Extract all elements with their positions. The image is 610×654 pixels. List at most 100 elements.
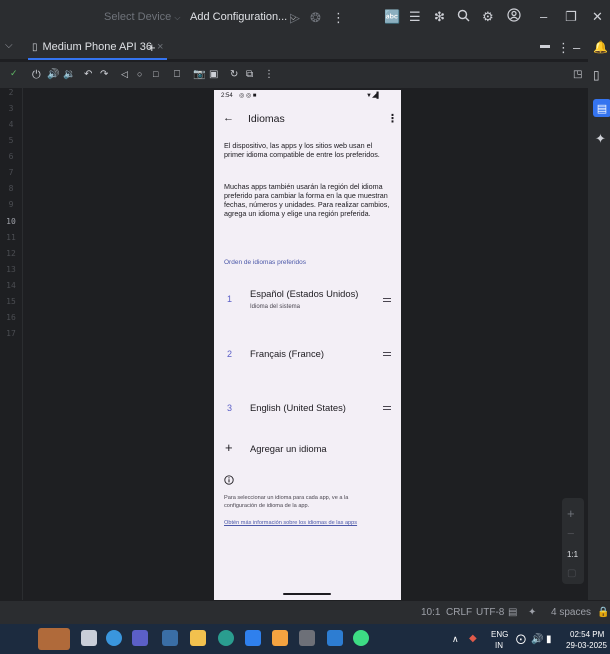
close-tab-icon[interactable]: × <box>157 41 163 53</box>
select-device-dropdown[interactable]: Select Device ⌵ <box>104 11 180 23</box>
line-number: 8 <box>8 184 14 193</box>
mirror-icon[interactable]: ⧉ <box>246 69 253 80</box>
zoom-actual-size-button[interactable]: 1:1 <box>567 550 578 559</box>
volume-down-icon[interactable]: 🔉 <box>63 69 75 80</box>
vscode-icon[interactable] <box>327 630 343 646</box>
widgets-icon[interactable] <box>38 628 70 650</box>
power-icon[interactable]: ⏻ <box>32 69 41 82</box>
layout-inspector-icon[interactable]: ☰ <box>409 9 421 25</box>
translate-icon[interactable]: 🔤 <box>384 9 400 25</box>
indent-setting[interactable]: 4 spaces <box>551 607 591 618</box>
bug-report-icon[interactable]: ❇ <box>434 9 445 25</box>
back-icon[interactable]: ◁ <box>121 69 128 80</box>
checkmark-icon: ✓ <box>10 68 18 78</box>
minimize-icon[interactable]: – <box>540 9 547 24</box>
screenshot-icon[interactable]: 📷 <box>193 69 205 80</box>
snapshot-icon[interactable]: ↻ <box>230 69 238 80</box>
more-options-icon[interactable]: ⋮ <box>557 40 570 56</box>
right-tool-strip <box>588 36 610 600</box>
line-number: 2 <box>8 88 14 97</box>
add-configuration-label: Add Configuration... <box>190 11 288 23</box>
line-ending[interactable]: CRLF <box>446 607 472 618</box>
cursor-position[interactable]: 10:1 <box>421 607 440 618</box>
clock-time[interactable]: 02:54 PM <box>570 630 604 639</box>
overview-icon[interactable]: □ <box>153 69 158 79</box>
add-device-tab-button[interactable]: + <box>148 40 156 55</box>
status-time: 2:54 <box>221 93 233 99</box>
phone-icon: ▯ <box>32 41 38 53</box>
chevron-up-icon[interactable]: ∧ <box>452 634 459 645</box>
window-icon[interactable]: ▬ <box>540 40 550 51</box>
volume-up-icon[interactable]: 🔊 <box>47 69 59 80</box>
chevron-down-icon[interactable]: ⌵ <box>5 40 13 51</box>
add-configuration-dropdown[interactable]: Add Configuration... ⌵ <box>190 11 296 23</box>
clock-date[interactable]: 29-03-2025 <box>566 641 607 650</box>
zoom-in-button[interactable]: + <box>567 506 575 521</box>
language-order-number: 3 <box>227 403 233 413</box>
description-paragraph-1: El dispositivo, las apps y los sitios we… <box>224 141 380 159</box>
terminal-icon[interactable] <box>299 630 315 646</box>
line-number: 17 <box>6 329 16 338</box>
rotate-right-icon[interactable]: ↷ <box>100 69 108 80</box>
edge-icon[interactable] <box>218 630 234 646</box>
gemini-icon[interactable]: ✦ <box>595 131 606 147</box>
learn-more-link[interactable]: Obtén más información sobre los idiomas … <box>224 520 357 526</box>
line-number: 6 <box>8 152 14 161</box>
antivirus-icon[interactable]: ◆ <box>469 633 477 644</box>
language-indicator[interactable]: ENG <box>491 630 508 639</box>
store-icon[interactable] <box>245 630 261 646</box>
copilot-icon[interactable] <box>106 630 122 646</box>
line-number: 13 <box>6 265 16 274</box>
language-order-number: 1 <box>227 294 233 304</box>
more-options-icon[interactable]: ⋮ <box>264 69 274 80</box>
search-icon[interactable] <box>457 9 470 22</box>
language-name: Français (France) <box>250 348 324 359</box>
wifi-icon[interactable]: ⨀ <box>516 634 526 645</box>
add-language-label: Agregar un idioma <box>250 443 327 454</box>
extended-controls-icon[interactable]: ◳ <box>573 69 582 80</box>
lock-icon[interactable]: 🔒 <box>597 607 609 618</box>
gesture-nav-bar[interactable] <box>283 593 331 595</box>
close-window-icon[interactable]: ✕ <box>592 9 603 25</box>
run-icon[interactable]: ▷ <box>290 10 300 26</box>
android-studio-icon[interactable] <box>353 630 369 646</box>
speaker-icon[interactable]: 🔊 <box>531 634 543 645</box>
terminal-app-icon[interactable] <box>81 630 97 646</box>
battery-icon[interactable]: ▮ <box>546 634 552 645</box>
more-options-icon[interactable]: ⋮ <box>332 10 345 26</box>
read-only-icon[interactable]: ▤ <box>508 607 517 618</box>
fold-icon[interactable]: ⎕ <box>174 69 180 80</box>
hide-panel-icon[interactable]: – <box>573 40 580 55</box>
debug-icon[interactable]: ❂ <box>310 10 321 26</box>
description-paragraph-2: Muchas apps también usarán la región del… <box>224 182 390 218</box>
file-explorer-icon[interactable] <box>190 630 206 646</box>
zoom-fit-icon[interactable]: ▢ <box>567 568 576 579</box>
notifications-icon[interactable]: 🔔 <box>593 40 608 54</box>
drag-handle-icon[interactable] <box>383 351 391 357</box>
downloads-icon[interactable] <box>272 630 288 646</box>
device-manager-icon[interactable]: ▯ <box>593 68 600 82</box>
drag-handle-icon[interactable] <box>383 405 391 411</box>
calendar-icon[interactable] <box>162 630 178 646</box>
more-options-icon[interactable]: ⋮ <box>387 112 398 125</box>
rotate-left-icon[interactable]: ↶ <box>84 69 92 80</box>
screen-record-icon[interactable]: ▣ <box>209 69 218 80</box>
home-icon[interactable]: ○ <box>137 69 142 79</box>
account-icon[interactable] <box>507 8 521 22</box>
language-name: Español (Estados Unidos) <box>250 288 359 299</box>
running-devices-icon[interactable]: ▤ <box>593 99 610 117</box>
settings-icon[interactable]: ⚙ <box>482 9 494 25</box>
ai-assistant-icon[interactable]: ✦ <box>528 607 536 618</box>
status-bar <box>0 600 610 624</box>
back-arrow-icon[interactable]: ← <box>223 112 234 124</box>
drag-handle-icon[interactable] <box>383 297 391 303</box>
teams-icon[interactable] <box>132 630 148 646</box>
zoom-out-button[interactable]: − <box>567 526 575 541</box>
notification-icons: ◎ ◎ ■ <box>239 93 257 99</box>
restore-icon[interactable]: ❐ <box>565 9 577 25</box>
emulator-screen[interactable]: 2:54 ◎ ◎ ■ ▼◢▌ ← Idiomas ⋮ El dispositiv… <box>214 90 401 601</box>
line-number: 5 <box>8 136 14 145</box>
device-tab[interactable]: ▯ Medium Phone API 36 × <box>28 36 168 60</box>
section-header: Orden de idiomas preferidos <box>224 259 307 266</box>
file-encoding[interactable]: UTF-8 <box>476 607 504 618</box>
